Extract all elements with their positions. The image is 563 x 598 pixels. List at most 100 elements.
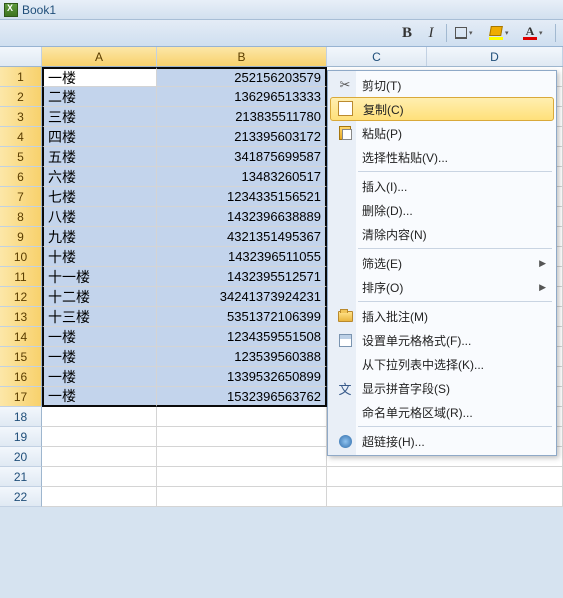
row-header[interactable]: 7 xyxy=(0,187,42,207)
row-header[interactable]: 13 xyxy=(0,307,42,327)
row-header[interactable]: 1 xyxy=(0,67,42,87)
cell[interactable]: 十楼 xyxy=(42,247,157,267)
cell[interactable] xyxy=(327,487,563,507)
cell[interactable]: 一楼 xyxy=(42,67,157,87)
cell[interactable]: 34241373924231 xyxy=(157,287,327,307)
cell[interactable]: 十二楼 xyxy=(42,287,157,307)
cell[interactable]: 136296513333 xyxy=(157,87,327,107)
pinyin-icon: 文 xyxy=(338,379,351,398)
menu-copy[interactable]: 复制(C) xyxy=(330,97,554,121)
cell[interactable]: 一楼 xyxy=(42,367,157,387)
cell[interactable]: 五楼 xyxy=(42,147,157,167)
cell[interactable]: 213835511780 xyxy=(157,107,327,127)
font-color-button[interactable]: A xyxy=(519,23,551,43)
row-header[interactable]: 10 xyxy=(0,247,42,267)
cell[interactable]: 一楼 xyxy=(42,327,157,347)
italic-button[interactable]: I xyxy=(420,23,442,43)
cell[interactable]: 1339532650899 xyxy=(157,367,327,387)
cell[interactable]: 七楼 xyxy=(42,187,157,207)
cell[interactable]: 六楼 xyxy=(42,167,157,187)
menu-paste-special[interactable]: 选择性粘贴(V)... xyxy=(330,145,554,169)
row-header[interactable]: 14 xyxy=(0,327,42,347)
bold-button[interactable]: B xyxy=(396,23,418,43)
cell[interactable]: 一楼 xyxy=(42,387,157,407)
row-header[interactable]: 4 xyxy=(0,127,42,147)
menu-filter[interactable]: 筛选(E) ▶ xyxy=(330,251,554,275)
cell[interactable]: 三楼 xyxy=(42,107,157,127)
select-all-corner[interactable] xyxy=(0,47,42,66)
cell[interactable]: 二楼 xyxy=(42,87,157,107)
cell[interactable] xyxy=(157,487,327,507)
col-header-c[interactable]: C xyxy=(327,47,427,66)
row-header[interactable]: 15 xyxy=(0,347,42,367)
menu-paste[interactable]: 粘贴(P) xyxy=(330,121,554,145)
menu-pick-from-list[interactable]: 从下拉列表中选择(K)... xyxy=(330,352,554,376)
cell[interactable] xyxy=(157,447,327,467)
cell[interactable]: 123539560388 xyxy=(157,347,327,367)
cell[interactable]: 1432396638889 xyxy=(157,207,327,227)
menu-insert[interactable]: 插入(I)... xyxy=(330,174,554,198)
submenu-arrow-icon: ▶ xyxy=(539,258,546,269)
row-header[interactable]: 19 xyxy=(0,427,42,447)
row-header[interactable]: 18 xyxy=(0,407,42,427)
cell[interactable]: 341875699587 xyxy=(157,147,327,167)
cell[interactable] xyxy=(327,467,563,487)
cell[interactable]: 252156203579 xyxy=(157,67,327,87)
col-header-d[interactable]: D xyxy=(427,47,563,66)
cell[interactable]: 1532396563762 xyxy=(157,387,327,407)
row-header[interactable]: 8 xyxy=(0,207,42,227)
cell[interactable]: 四楼 xyxy=(42,127,157,147)
cell[interactable]: 一楼 xyxy=(42,347,157,367)
menu-insert-comment[interactable]: 插入批注(M) xyxy=(330,304,554,328)
hyperlink-icon xyxy=(339,435,352,448)
cell[interactable] xyxy=(157,467,327,487)
menu-label: 粘贴(P) xyxy=(356,125,402,142)
col-header-a[interactable]: A xyxy=(42,47,157,66)
menu-cut[interactable]: 剪切(T) xyxy=(330,73,554,97)
cell[interactable]: 1234359551508 xyxy=(157,327,327,347)
cell[interactable] xyxy=(42,447,157,467)
menu-sort[interactable]: 排序(O) ▶ xyxy=(330,275,554,299)
cell[interactable] xyxy=(42,487,157,507)
cell[interactable] xyxy=(42,427,157,447)
cell[interactable]: 1234335156521 xyxy=(157,187,327,207)
row-header[interactable]: 21 xyxy=(0,467,42,487)
menu-show-pinyin[interactable]: 文 显示拼音字段(S) xyxy=(330,376,554,400)
cell[interactable]: 5351372106399 xyxy=(157,307,327,327)
cell[interactable]: 1432396511055 xyxy=(157,247,327,267)
row-header[interactable]: 5 xyxy=(0,147,42,167)
row-header[interactable]: 11 xyxy=(0,267,42,287)
table-row: 21 xyxy=(0,467,563,487)
col-header-b[interactable]: B xyxy=(157,47,327,66)
cell[interactable]: 1432395512571 xyxy=(157,267,327,287)
row-header[interactable]: 16 xyxy=(0,367,42,387)
menu-name-range[interactable]: 命名单元格区域(R)... xyxy=(330,400,554,424)
border-button[interactable] xyxy=(451,23,483,43)
row-header[interactable]: 20 xyxy=(0,447,42,467)
cell[interactable] xyxy=(157,427,327,447)
cell[interactable]: 十三楼 xyxy=(42,307,157,327)
cell[interactable]: 九楼 xyxy=(42,227,157,247)
row-header[interactable]: 17 xyxy=(0,387,42,407)
row-header[interactable]: 6 xyxy=(0,167,42,187)
cell[interactable] xyxy=(42,467,157,487)
row-header[interactable]: 22 xyxy=(0,487,42,507)
fill-color-button[interactable] xyxy=(485,23,517,43)
menu-label: 删除(D)... xyxy=(356,202,413,219)
cell[interactable]: 八楼 xyxy=(42,207,157,227)
cell[interactable]: 4321351495367 xyxy=(157,227,327,247)
cell[interactable] xyxy=(157,407,327,427)
cell[interactable]: 十一楼 xyxy=(42,267,157,287)
row-header[interactable]: 9 xyxy=(0,227,42,247)
cell[interactable]: 13483260517 xyxy=(157,167,327,187)
menu-hyperlink[interactable]: 超链接(H)... xyxy=(330,429,554,453)
menu-label: 清除内容(N) xyxy=(356,226,427,243)
row-header[interactable]: 12 xyxy=(0,287,42,307)
menu-format-cells[interactable]: 设置单元格格式(F)... xyxy=(330,328,554,352)
row-header[interactable]: 2 xyxy=(0,87,42,107)
cell[interactable]: 213395603172 xyxy=(157,127,327,147)
menu-delete[interactable]: 删除(D)... xyxy=(330,198,554,222)
cell[interactable] xyxy=(42,407,157,427)
menu-clear[interactable]: 清除内容(N) xyxy=(330,222,554,246)
row-header[interactable]: 3 xyxy=(0,107,42,127)
